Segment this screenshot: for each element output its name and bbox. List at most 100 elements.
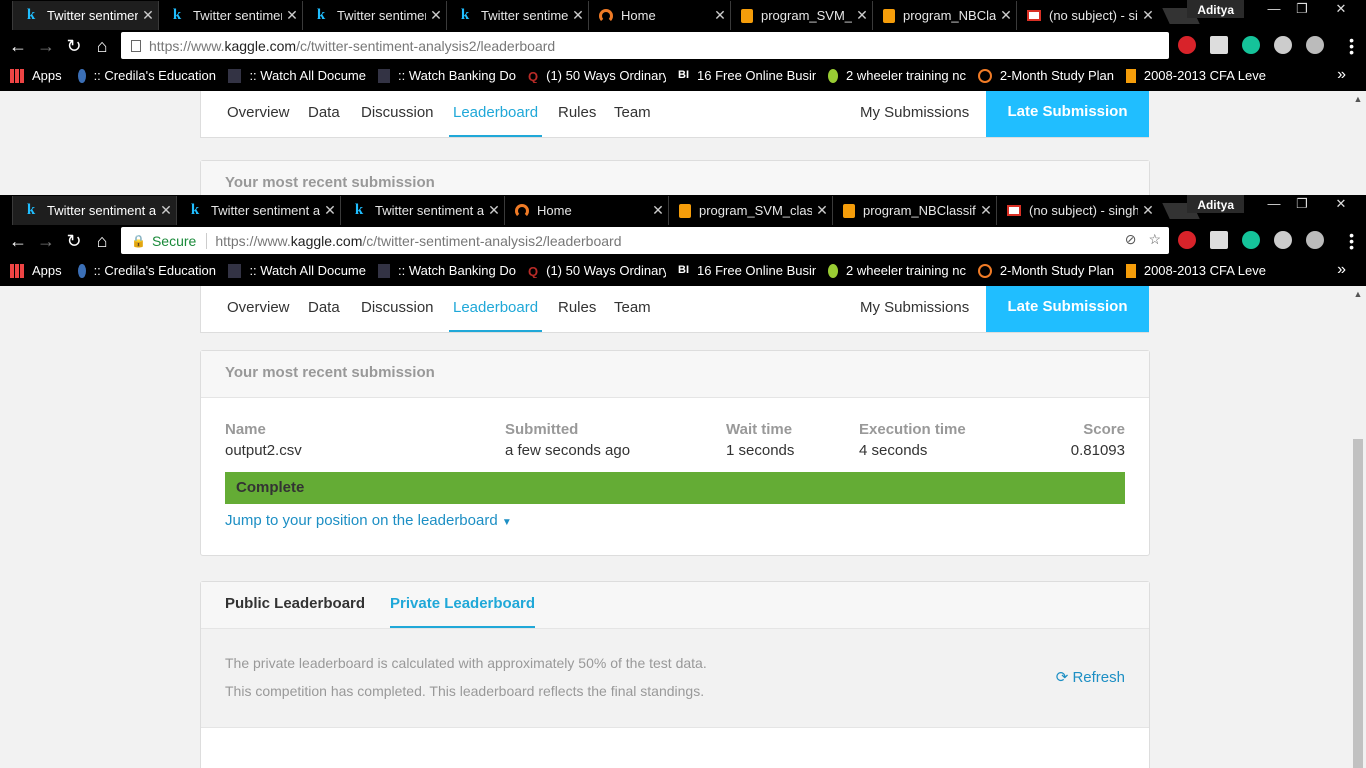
browser-tab[interactable]: program_SVM_c ✕ xyxy=(730,1,872,30)
drive-icon[interactable] xyxy=(1274,36,1292,54)
browser-tab[interactable]: k Twitter sentiment ar ✕ xyxy=(176,196,340,225)
bookmark-item[interactable]: 2008-2013 CFA Leve xyxy=(1126,68,1266,83)
adblock-icon[interactable] xyxy=(1178,36,1196,54)
browser-tab[interactable]: k Twitter sentiment ar ✕ xyxy=(12,196,176,225)
close-icon[interactable]: ✕ xyxy=(282,7,302,24)
bookmark-item[interactable]: :: Watch All Docume xyxy=(228,263,366,278)
restore-button[interactable]: ❐ xyxy=(1288,0,1316,22)
close-icon[interactable]: ✕ xyxy=(710,7,730,24)
nav-discussion[interactable]: Discussion xyxy=(361,286,434,332)
close-icon[interactable]: ✕ xyxy=(568,7,588,24)
address-bar[interactable]: 🔒 Secure https://www. kaggle.com/c/twitte… xyxy=(121,227,1169,254)
close-icon[interactable]: ✕ xyxy=(138,7,158,24)
back-icon[interactable]: ← xyxy=(8,230,28,252)
menu-icon[interactable]: • • • xyxy=(1349,228,1354,254)
my-submissions-link[interactable]: My Submissions xyxy=(860,286,969,332)
browser-tab[interactable]: Home ✕ xyxy=(504,196,668,225)
jump-to-position-link[interactable]: Jump to your position on the leaderboard… xyxy=(225,512,512,529)
close-icon[interactable]: ✕ xyxy=(1138,7,1158,24)
close-icon[interactable]: ✕ xyxy=(812,202,832,219)
scrollbar[interactable]: ▲ xyxy=(1350,91,1366,195)
late-submission-button[interactable]: Late Submission xyxy=(986,286,1149,332)
nav-rules[interactable]: Rules xyxy=(558,91,596,137)
close-icon[interactable]: ✕ xyxy=(648,202,668,219)
bookmark-item[interactable]: :: Watch Banking Do xyxy=(378,263,516,278)
bookmark-item[interactable]: Q (1) 50 Ways Ordinary xyxy=(528,68,666,83)
scrollbar[interactable]: ▲ xyxy=(1350,286,1366,768)
apps-bookmark[interactable]: Apps xyxy=(10,68,62,83)
reload-icon[interactable]: ↻ xyxy=(64,230,84,252)
apps-bookmark[interactable]: Apps xyxy=(10,263,62,278)
nav-discussion[interactable]: Discussion xyxy=(361,91,434,137)
bookmark-item[interactable]: BI 16 Free Online Busin xyxy=(678,68,816,83)
bookmark-item[interactable]: 2-Month Study Plan xyxy=(978,68,1114,83)
browser-tab[interactable]: (no subject) - sir ✕ xyxy=(1016,1,1158,30)
close-icon[interactable]: ✕ xyxy=(1138,202,1158,219)
bookmark-item[interactable]: :: Watch Banking Do xyxy=(378,68,516,83)
bookmark-item[interactable]: 2008-2013 CFA Leve xyxy=(1126,263,1266,278)
browser-tab[interactable]: (no subject) - singh ✕ xyxy=(996,196,1158,225)
tab-private-leaderboard[interactable]: Private Leaderboard xyxy=(390,582,536,628)
forward-icon[interactable]: → xyxy=(36,230,56,252)
bookmark-star-icon[interactable]: ☆ xyxy=(1148,231,1161,248)
close-icon[interactable]: ✕ xyxy=(976,202,996,219)
close-icon[interactable]: ✕ xyxy=(484,202,504,219)
adblock-icon[interactable] xyxy=(1178,231,1196,249)
restore-button[interactable]: ❐ xyxy=(1288,195,1316,217)
nav-data[interactable]: Data xyxy=(308,91,340,137)
nav-overview[interactable]: Overview xyxy=(227,91,290,137)
close-icon[interactable]: ✕ xyxy=(996,7,1016,24)
browser-tab[interactable]: k Twitter sentimen ✕ xyxy=(446,1,588,30)
scroll-thumb[interactable] xyxy=(1353,439,1363,768)
blocked-popup-icon[interactable]: ⊘ xyxy=(1125,231,1137,248)
nav-overview[interactable]: Overview xyxy=(227,286,290,332)
nav-leaderboard[interactable]: Leaderboard xyxy=(449,91,543,137)
reload-icon[interactable]: ↻ xyxy=(64,35,84,57)
bookmark-item[interactable]: Q (1) 50 Ways Ordinary xyxy=(528,263,666,278)
close-icon[interactable]: ✕ xyxy=(426,7,446,24)
forward-icon[interactable]: → xyxy=(36,35,56,57)
menu-icon[interactable]: • • • xyxy=(1349,33,1354,59)
browser-tab[interactable]: k Twitter sentiment ar ✕ xyxy=(340,196,504,225)
scroll-up-icon[interactable]: ▲ xyxy=(1350,91,1366,107)
browser-tab[interactable]: k Twitter sentimen ✕ xyxy=(12,1,158,30)
nav-rules[interactable]: Rules xyxy=(558,286,596,332)
minimize-button[interactable]: — xyxy=(1260,0,1288,22)
home-icon[interactable]: ⌂ xyxy=(92,230,112,252)
browser-tab[interactable]: k Twitter sentimen ✕ xyxy=(302,1,446,30)
grammarly-icon[interactable] xyxy=(1242,36,1260,54)
minimize-button[interactable]: — xyxy=(1260,195,1288,217)
close-icon[interactable]: ✕ xyxy=(320,202,340,219)
bookmark-item[interactable]: 2 wheeler training nc xyxy=(828,263,966,278)
grammarly-icon[interactable] xyxy=(1242,231,1260,249)
back-icon[interactable]: ← xyxy=(8,35,28,57)
browser-tab[interactable]: program_NBClassifi ✕ xyxy=(832,196,996,225)
bookmark-item[interactable]: 2-Month Study Plan xyxy=(978,263,1114,278)
profile-button[interactable]: Aditya xyxy=(1187,0,1244,18)
bookmarks-overflow-icon[interactable]: » xyxy=(1337,261,1346,279)
tab-public-leaderboard[interactable]: Public Leaderboard xyxy=(225,582,365,628)
submission-file-link[interactable]: output2.csv xyxy=(225,442,302,459)
browser-tab[interactable]: program_NBCla ✕ xyxy=(872,1,1016,30)
home-icon[interactable]: ⌂ xyxy=(92,35,112,57)
extension-icon[interactable] xyxy=(1306,231,1324,249)
drive-icon[interactable] xyxy=(1274,231,1292,249)
bookmark-item[interactable]: :: Credila's Education xyxy=(78,263,216,278)
scroll-up-icon[interactable]: ▲ xyxy=(1350,286,1366,302)
extension-icon[interactable] xyxy=(1306,36,1324,54)
late-submission-button[interactable]: Late Submission xyxy=(986,91,1149,137)
nav-leaderboard[interactable]: Leaderboard xyxy=(449,286,543,332)
bookmarks-overflow-icon[interactable]: » xyxy=(1337,66,1346,84)
close-icon[interactable]: ✕ xyxy=(852,7,872,24)
my-submissions-link[interactable]: My Submissions xyxy=(860,91,969,137)
nav-data[interactable]: Data xyxy=(308,286,340,332)
close-window-button[interactable]: ✕ xyxy=(1316,0,1366,22)
bookmark-item[interactable]: :: Credila's Education xyxy=(78,68,216,83)
bookmark-item[interactable]: BI 16 Free Online Busin xyxy=(678,263,816,278)
browser-tab[interactable]: k Twitter sentimen ✕ xyxy=(158,1,302,30)
refresh-button[interactable]: ⟳ Refresh xyxy=(1056,668,1125,686)
nav-team[interactable]: Team xyxy=(614,91,651,137)
bookmark-item[interactable]: :: Watch All Docume xyxy=(228,68,366,83)
profile-button[interactable]: Aditya xyxy=(1187,195,1244,213)
close-icon[interactable]: ✕ xyxy=(156,202,176,219)
